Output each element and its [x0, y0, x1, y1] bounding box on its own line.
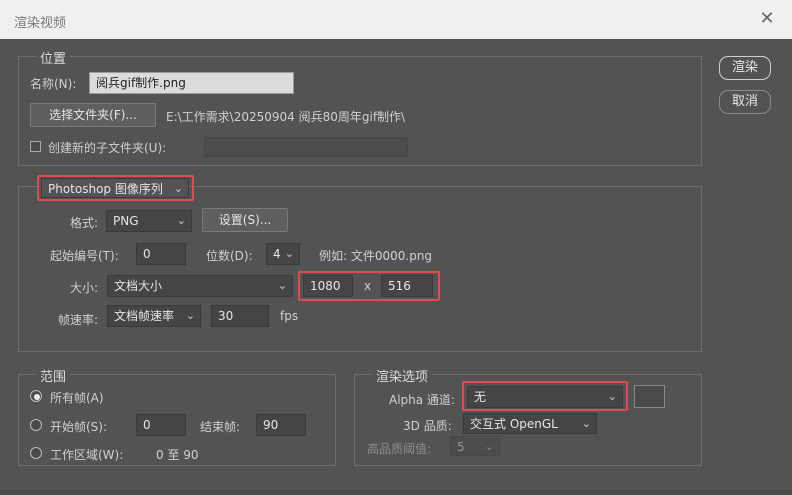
quality-3d-value: 交互式 OpenGL [470, 417, 558, 431]
highlight-export-type [37, 175, 194, 201]
chevron-down-icon: ⌄ [185, 309, 195, 322]
chevron-down-icon: ⌄ [284, 247, 294, 260]
render-button[interactable]: 渲染 [719, 56, 771, 80]
work-area-radio[interactable] [30, 447, 42, 459]
size-value: 文档大小 [114, 279, 163, 293]
framerate-preset-value: 文档帧速率 [114, 309, 175, 323]
start-frame-label: 开始帧(S): [50, 420, 108, 434]
hq-threshold-value: 5 [457, 440, 465, 454]
hq-threshold-select[interactable]: 5 ⌄ [450, 436, 500, 456]
folder-path: E:\工作需求\20250904 阅兵80周年gif制作\ [166, 110, 406, 124]
bottom-edge [0, 490, 792, 495]
highlight-size [298, 271, 440, 301]
highlight-alpha [462, 381, 628, 411]
choose-folder-button[interactable]: 选择文件夹(F)... [30, 103, 156, 127]
name-input[interactable]: 阅兵gif制作.png [89, 72, 294, 94]
start-number-input[interactable]: 0 [136, 243, 186, 265]
all-frames-label: 所有帧(A) [50, 391, 104, 405]
chevron-down-icon: ⌄ [581, 417, 591, 430]
all-frames-radio[interactable] [30, 390, 42, 402]
chevron-down-icon: ⌄ [176, 214, 186, 227]
start-number-label: 起始编号(T): [50, 249, 119, 263]
quality-3d-select[interactable]: 交互式 OpenGL ⌄ [463, 413, 597, 434]
framerate-select[interactable]: 文档帧速率 ⌄ [107, 305, 201, 327]
chevron-down-icon: ⌄ [277, 279, 287, 292]
format-value: PNG [113, 214, 139, 228]
title-bar [0, 0, 792, 39]
alpha-color-swatch[interactable] [634, 385, 665, 408]
format-label: 格式: [70, 216, 99, 230]
cancel-button[interactable]: 取消 [719, 90, 771, 114]
format-select[interactable]: PNG ⌄ [106, 210, 192, 232]
fps-label: fps [280, 309, 299, 323]
work-area-label: 工作区域(W): [50, 448, 124, 462]
range-legend: 范围 [36, 366, 71, 385]
digits-select[interactable]: 4 ⌄ [266, 243, 300, 265]
framerate-label: 帧速率: [58, 313, 99, 327]
window-title: 渲染视频 [14, 16, 67, 31]
end-frame-label: 结束帧: [200, 420, 241, 434]
work-area-value: 0 至 90 [156, 448, 199, 462]
example-text: 例如: 文件0000.png [319, 249, 433, 263]
alpha-label: Alpha 通道: [389, 393, 455, 407]
render-options-legend: 渲染选项 [372, 366, 433, 385]
name-label: 名称(N): [30, 77, 77, 91]
settings-button[interactable]: 设置(S)... [202, 208, 288, 232]
framerate-input[interactable]: 30 [211, 305, 269, 327]
size-select[interactable]: 文档大小 ⌄ [107, 275, 293, 297]
end-frame-input[interactable]: 90 [256, 414, 306, 436]
quality-3d-label: 3D 品质: [403, 419, 452, 433]
start-frame-radio[interactable] [30, 419, 42, 431]
chevron-down-icon: ⌄ [484, 440, 494, 453]
location-legend: 位置 [36, 48, 71, 67]
close-icon[interactable]: ✕ [758, 10, 776, 28]
subfolder-input[interactable] [204, 137, 408, 157]
size-label: 大小: [70, 281, 99, 295]
start-frame-input[interactable]: 0 [136, 414, 186, 436]
digits-value: 4 [273, 247, 281, 261]
subfolder-checkbox[interactable] [30, 141, 41, 152]
subfolder-label: 创建新的子文件夹(U): [48, 141, 167, 155]
digits-label: 位数(D): [206, 249, 253, 263]
hq-threshold-label: 高品质阈值: [367, 442, 432, 456]
